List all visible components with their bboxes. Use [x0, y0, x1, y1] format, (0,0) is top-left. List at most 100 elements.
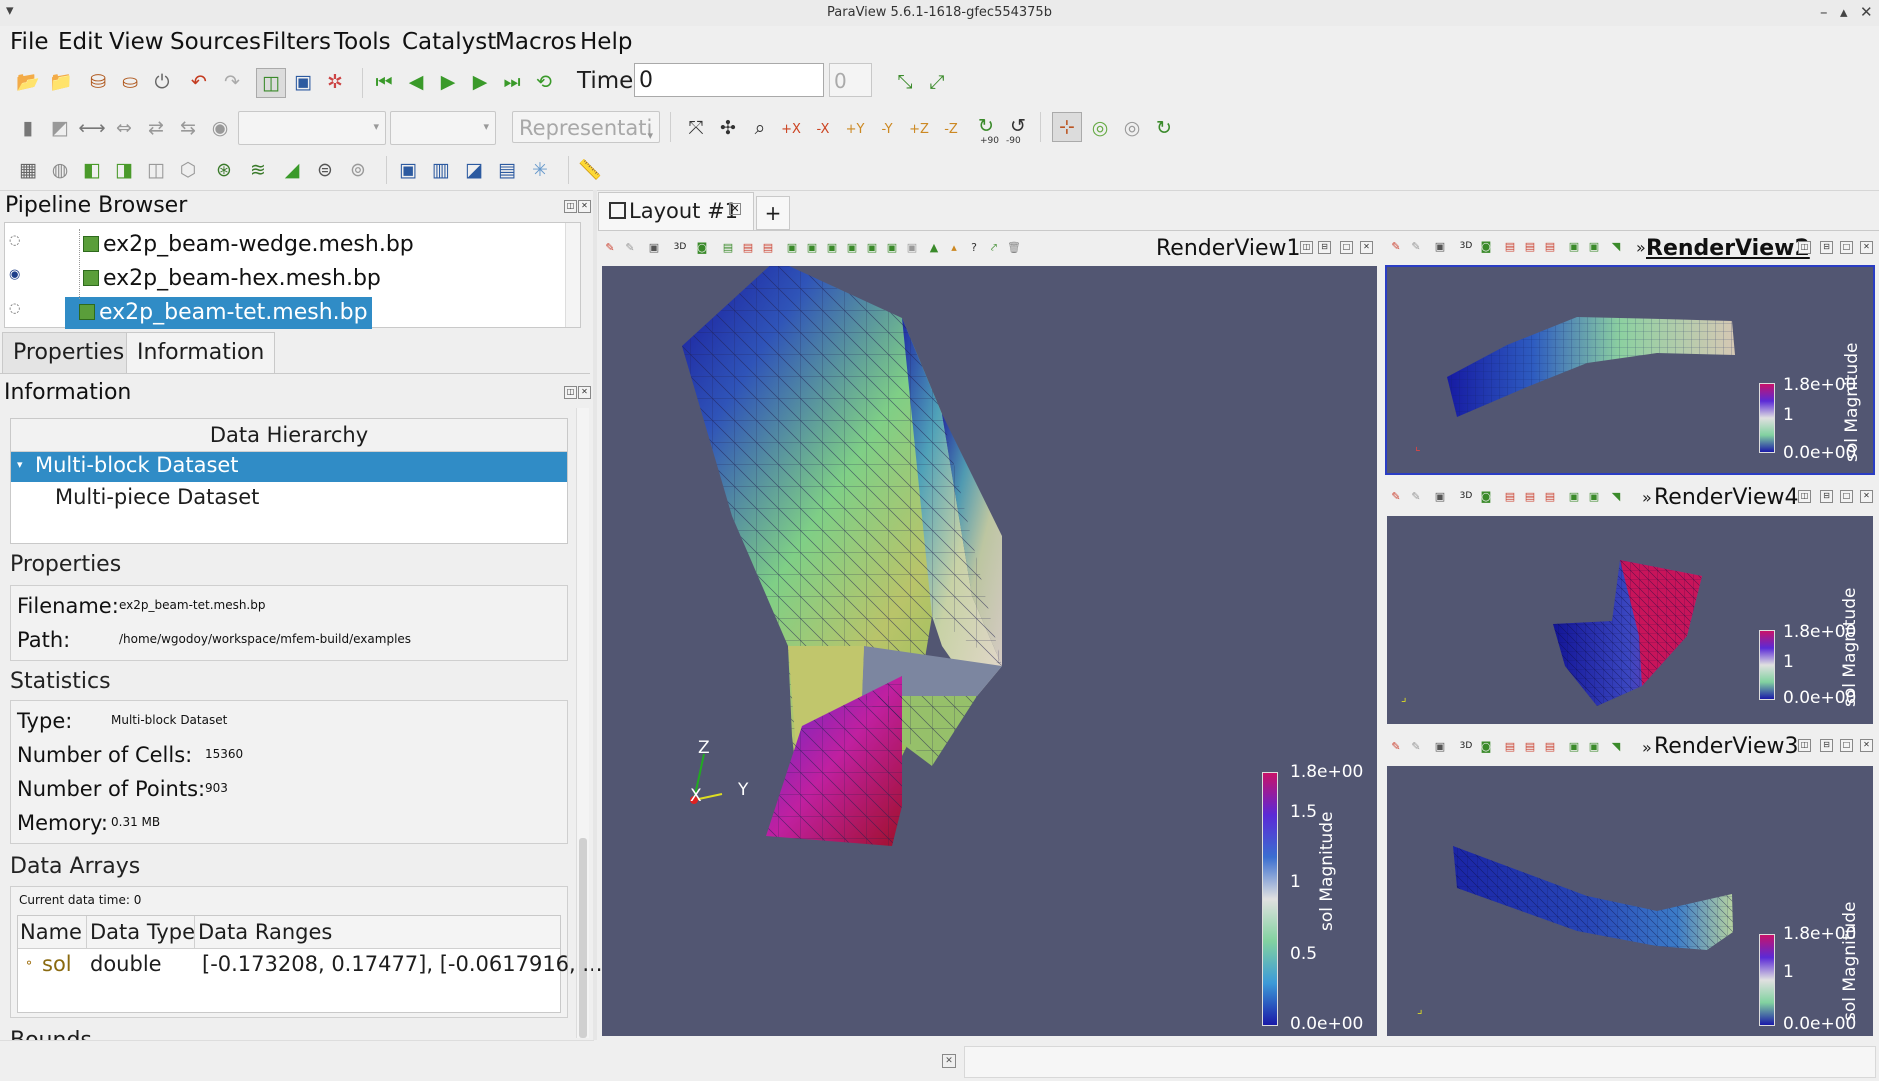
camera-undo-icon[interactable]: ◙	[1478, 738, 1494, 754]
rotate-plus-90-icon[interactable]: ↻	[974, 114, 998, 138]
close-panel-icon[interactable]: ✕	[578, 200, 591, 213]
view-plus-z-icon[interactable]: +Z	[909, 120, 929, 138]
play-icon[interactable]: ▶	[436, 70, 460, 94]
select-cells-icon[interactable]: ▤	[1502, 488, 1518, 504]
column-ranges-header[interactable]: Data Ranges	[198, 920, 332, 944]
renderview3-canvas[interactable]: 1.8e+00 1 0.0e+00 sol Magnitude ⌟	[1387, 766, 1873, 1036]
select-frustum-icon[interactable]: ▤	[1542, 238, 1558, 254]
shrink-selection-icon[interactable]: ▣	[904, 239, 920, 255]
link-camera-icon[interactable]: ⤤	[986, 239, 1002, 255]
view-minus-z-icon[interactable]: -Z	[942, 120, 960, 138]
zoom-box-icon[interactable]: ▣	[1432, 738, 1448, 754]
renderview1-canvas[interactable]: Z X Y 1.8e+00 1.5 1 0.5 0.0e+00 sol Magn…	[602, 266, 1377, 1036]
select-polygon-icon[interactable]: ▣	[1566, 238, 1582, 254]
view-plus-y-icon[interactable]: +Y	[846, 120, 865, 138]
zoom-box-icon[interactable]: ▣	[646, 239, 662, 255]
find-data-icon[interactable]: ▣	[396, 158, 420, 182]
tab-properties[interactable]: Properties	[2, 332, 136, 373]
menu-view[interactable]: View	[109, 29, 164, 55]
interactive-select-icon[interactable]: ◥	[1608, 238, 1624, 254]
zoom-data-icon[interactable]: ▣	[291, 70, 315, 94]
information-scrollbar[interactable]	[576, 408, 589, 1038]
close-icon[interactable]: ✕	[1860, 3, 1873, 21]
tooltip-icon[interactable]: ?	[966, 239, 982, 255]
select-points-icon[interactable]: ⤡	[893, 70, 917, 94]
time-index-spinbox[interactable]: 0	[829, 63, 872, 97]
menu-macros[interactable]: Macros	[495, 29, 577, 55]
view-minus-y-icon[interactable]: -Y	[878, 120, 896, 138]
float-panel-icon[interactable]: ◫	[564, 386, 577, 399]
select-polygon-icon[interactable]: ▣	[1566, 738, 1582, 754]
show-orientation-axes-icon[interactable]: ⊹	[1052, 112, 1082, 142]
show-labels-icon[interactable]: ▴	[946, 239, 962, 255]
rotate-minus-90-icon[interactable]: ↺	[1006, 114, 1030, 138]
contour-icon[interactable]: ◍	[48, 158, 72, 182]
reset-center-icon[interactable]: ◎	[1120, 116, 1144, 140]
menu-filters[interactable]: Filters	[262, 29, 331, 55]
split-horizontal-icon[interactable]: ◫	[1798, 241, 1811, 254]
menu-file[interactable]: File	[10, 29, 49, 55]
minimize-icon[interactable]: –	[1820, 3, 1828, 21]
group-datasets-icon[interactable]: ⊜	[313, 158, 337, 182]
hierarchy-child[interactable]: Multi-piece Dataset	[55, 485, 259, 509]
view-minus-x-icon[interactable]: -X	[814, 120, 832, 138]
close-tab-icon[interactable]: ✕	[729, 203, 741, 215]
more-tools-icon[interactable]: »	[1642, 488, 1652, 507]
next-frame-icon[interactable]: ▶	[468, 70, 492, 94]
reset-camera-icon[interactable]: ◫	[256, 68, 286, 98]
zoom-box-icon[interactable]: ▣	[1432, 488, 1448, 504]
split-horizontal-icon[interactable]: ◫	[1798, 739, 1811, 752]
edit-colormap-icon[interactable]: ◩	[48, 116, 72, 140]
select-polygon-icon[interactable]: ▣	[1566, 488, 1582, 504]
time-input[interactable]: 0	[634, 63, 824, 97]
redo-icon[interactable]: ↷	[220, 70, 244, 94]
reset-camera-closest-icon[interactable]: ⤧	[684, 116, 708, 140]
close-panel-icon[interactable]: ✕	[578, 386, 591, 399]
camera-undo-icon[interactable]: ◙	[1478, 238, 1494, 254]
reset-range-icon[interactable]: ⟷	[78, 116, 105, 140]
interaction-mode-icon[interactable]: ✎	[1408, 238, 1424, 254]
ruler-icon[interactable]: 📏	[578, 158, 602, 182]
split-vertical-icon[interactable]: ⊟	[1820, 241, 1833, 254]
pipeline-item[interactable]: ex2p_beam-wedge.mesh.bp	[83, 229, 414, 261]
colorbar[interactable]	[1759, 934, 1775, 1026]
tab-layout-1[interactable]: Layout #1 ✕	[598, 192, 754, 231]
rescale-visible-icon[interactable]: ⇄	[144, 116, 168, 140]
capture-icon[interactable]: ✎	[1388, 488, 1404, 504]
maximize-icon[interactable]: □	[1840, 739, 1853, 752]
interaction-mode-icon[interactable]: ✎	[1408, 738, 1424, 754]
open-recent-icon[interactable]: 📁	[49, 70, 73, 94]
restore-icon[interactable]: ▴	[1840, 3, 1848, 21]
select-points-surface-icon[interactable]: ▤	[740, 239, 756, 255]
close-view-icon[interactable]: ✕	[1860, 241, 1873, 254]
select-frustum-icon[interactable]: ▤	[1542, 488, 1558, 504]
camera-undo-icon[interactable]: ◙	[694, 239, 710, 255]
extract-subset-icon[interactable]: ⬡	[176, 158, 200, 182]
plot-selection-icon[interactable]: ▥	[429, 158, 453, 182]
eye-off-icon[interactable]: ◌	[9, 301, 20, 316]
connect-icon[interactable]: ⛁	[86, 70, 110, 94]
toggle-visibility-icon[interactable]: ◉	[208, 116, 232, 140]
toggle-3d-button[interactable]: 3D	[1458, 738, 1474, 754]
zoom-to-box-icon[interactable]: ✣	[716, 116, 740, 140]
toggle-3d-button[interactable]: 3D	[672, 239, 688, 255]
select-cells-icon[interactable]: ▤	[720, 239, 736, 255]
expand-arrow-icon[interactable]: ▾	[17, 458, 23, 471]
split-vertical-icon[interactable]: ⊟	[1820, 490, 1833, 503]
select-points-icon[interactable]: ▤	[1522, 488, 1538, 504]
split-vertical-icon[interactable]: ⊟	[1820, 739, 1833, 752]
maximize-icon[interactable]: □	[1840, 490, 1853, 503]
zoom-box-icon[interactable]: ▣	[1432, 238, 1448, 254]
hierarchy-root[interactable]: ▾ Multi-block Dataset	[11, 452, 567, 482]
maximize-icon[interactable]: □	[1840, 241, 1853, 254]
toggle-3d-button[interactable]: 3D	[1458, 488, 1474, 504]
capture-icon[interactable]: ✎	[1388, 738, 1404, 754]
camera-undo-icon[interactable]: ◙	[1478, 488, 1494, 504]
first-frame-icon[interactable]: ⏮	[372, 70, 396, 94]
colorbar[interactable]	[1759, 630, 1775, 700]
select-blocks-icon[interactable]: ▣	[1586, 738, 1602, 754]
select-points-icon[interactable]: ▤	[1522, 738, 1538, 754]
last-frame-icon[interactable]: ⏭	[500, 70, 524, 94]
menu-edit[interactable]: Edit	[58, 29, 103, 55]
extract-level-icon[interactable]: ⊚	[346, 158, 370, 182]
